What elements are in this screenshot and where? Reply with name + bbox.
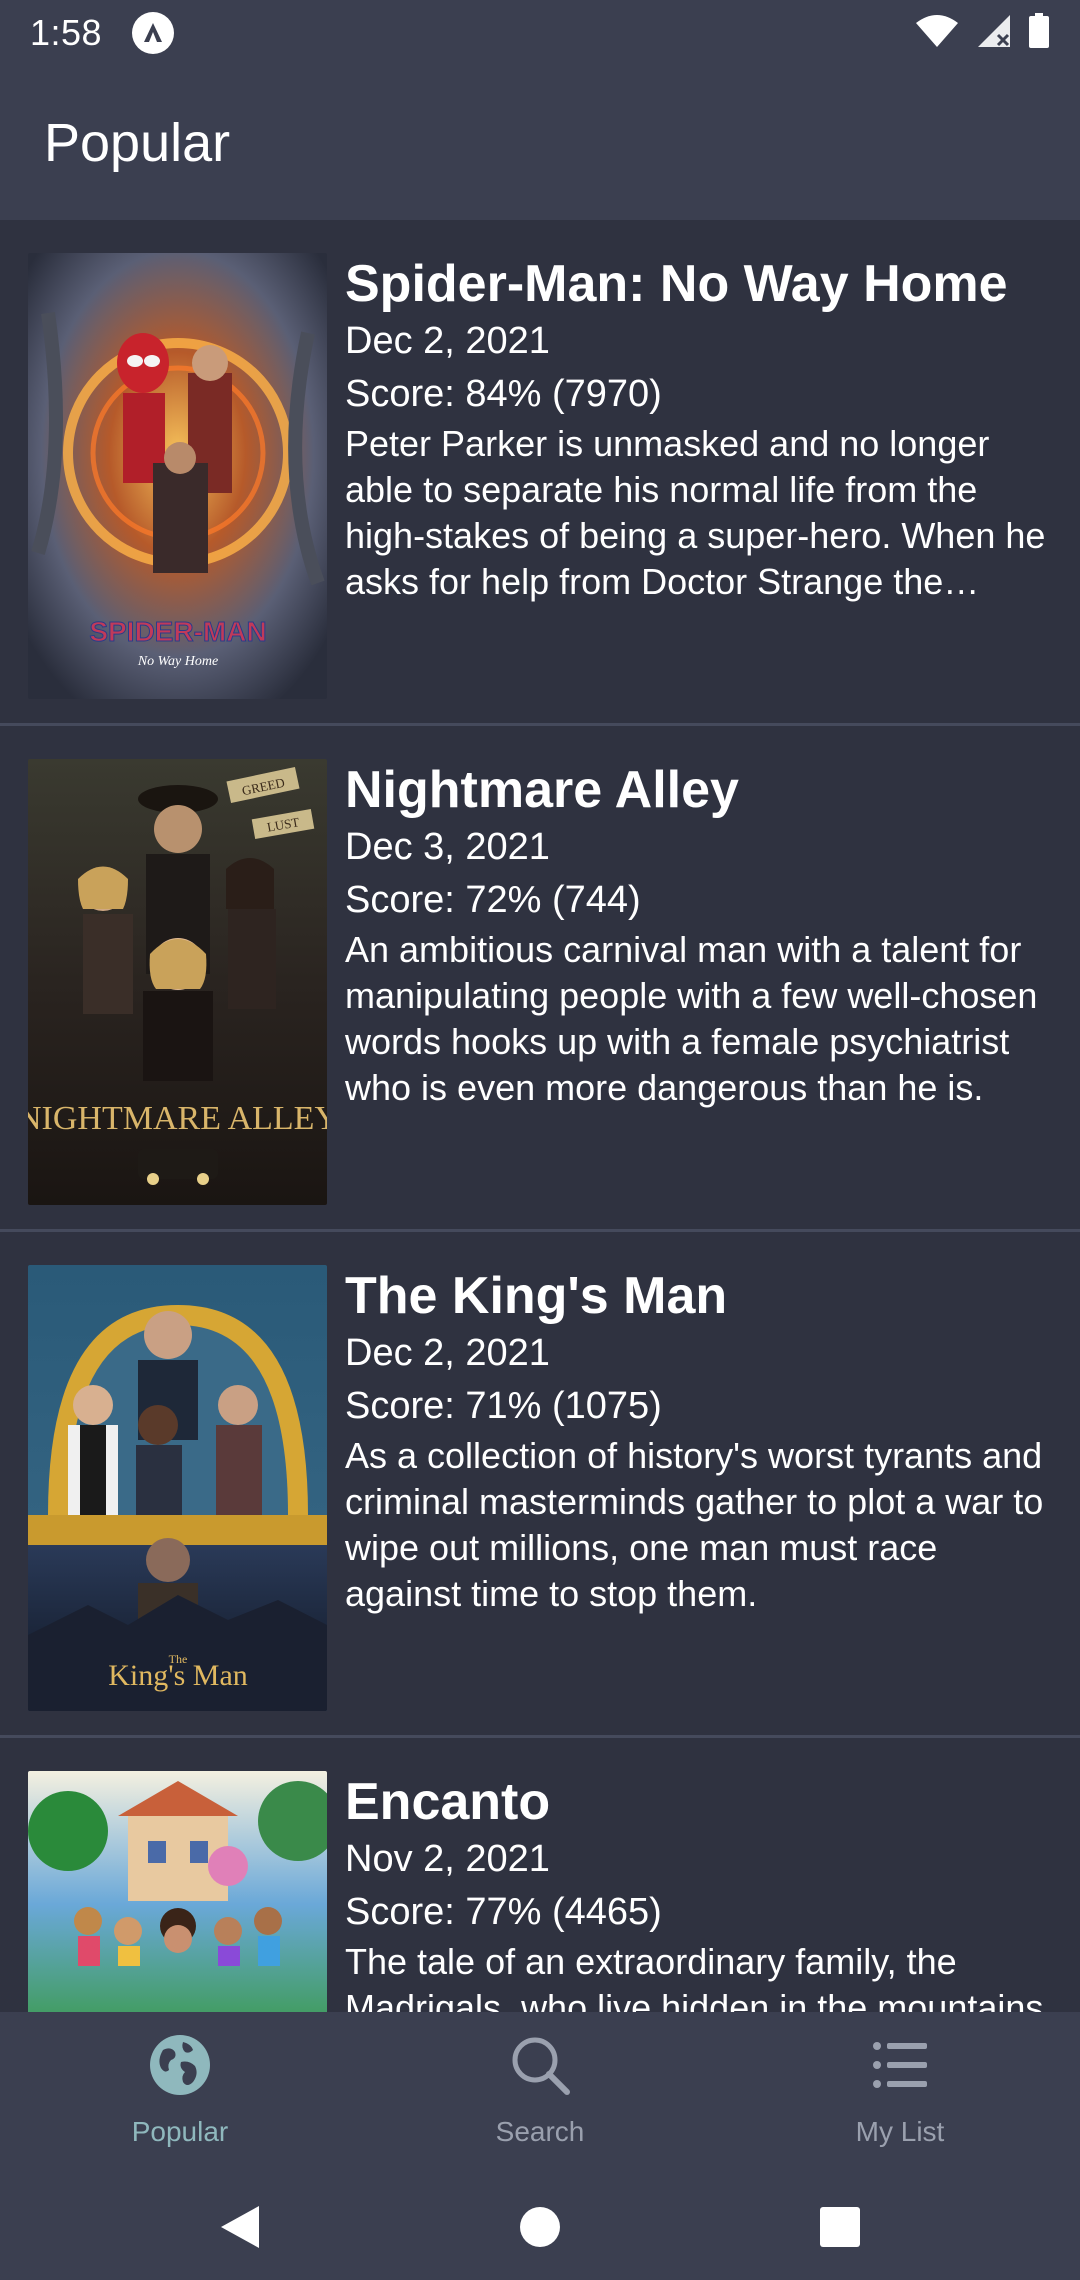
movie-release-date: Nov 2, 2021 xyxy=(345,1838,550,1880)
battery-icon xyxy=(1028,12,1050,54)
movie-poster: SPIDER-MAN No Way Home xyxy=(28,253,327,699)
nav-item-my-list[interactable]: My List xyxy=(720,2012,1080,2174)
screen: 1:58 Popular SPIDER-MAN No Way Home Spid… xyxy=(0,0,1080,2280)
movie-list-item[interactable]: The King's Man The King's Man Dec 2, 202… xyxy=(0,1232,1080,1738)
movie-title: The King's Man xyxy=(345,1267,728,1325)
movie-list-item[interactable]: SPIDER-MAN No Way Home Spider-Man: No Wa… xyxy=(0,220,1080,726)
signal-icon xyxy=(976,13,1012,54)
movie-title: Nightmare Alley xyxy=(345,761,739,819)
movie-list-item[interactable]: GREED LUST NIGHTMARE ALLEY Nightmare All… xyxy=(0,726,1080,1232)
nav-label: Search xyxy=(495,2116,585,2147)
nav-item-popular[interactable]: Popular xyxy=(0,2012,360,2174)
poster-subtitle-text: No Way Home xyxy=(137,654,218,669)
movie-poster: GREED LUST NIGHTMARE ALLEY xyxy=(28,759,327,1205)
back-triangle-icon xyxy=(221,2206,259,2248)
movie-score: Score: 71% (1075) xyxy=(345,1385,662,1427)
movie-info: Encanto Nov 2, 2021 Score: 77% (4465) Th… xyxy=(345,1771,1056,2012)
movie-info: Spider-Man: No Way Home Dec 2, 2021 Scor… xyxy=(345,253,1056,723)
movie-list[interactable]: SPIDER-MAN No Way Home Spider-Man: No Wa… xyxy=(0,220,1080,2012)
nav-label: Popular xyxy=(131,2116,229,2147)
status-time: 1:58 xyxy=(30,12,103,53)
system-navigation-bar xyxy=(0,2174,1080,2280)
recents-square-icon xyxy=(820,2207,860,2247)
search-icon xyxy=(512,2037,570,2095)
poster-title-text: SPIDER-MAN xyxy=(89,616,266,647)
movie-release-date: Dec 2, 2021 xyxy=(345,320,550,362)
movie-title: Encanto xyxy=(345,1773,551,1831)
movie-overview: As a collection of history's worst tyran… xyxy=(345,1435,1044,1614)
bottom-navigation: Popular Search My List xyxy=(0,2012,1080,2174)
globe-icon xyxy=(150,2035,210,2095)
poster-title-text: NIGHTMARE ALLEY xyxy=(28,1100,327,1137)
movie-score: Score: 84% (7970) xyxy=(345,373,662,415)
movie-overview: Peter Parker is unmasked and no longer a… xyxy=(345,423,1046,602)
movie-score: Score: 77% (4465) xyxy=(345,1891,662,1933)
movie-release-date: Dec 3, 2021 xyxy=(345,826,550,868)
movie-title: Spider-Man: No Way Home xyxy=(345,255,1008,313)
movie-overview: An ambitious carnival man with a talent … xyxy=(345,929,1038,1108)
poster-title-text: King's Man xyxy=(108,1659,248,1692)
wifi-icon xyxy=(914,13,960,54)
page-title: Popular xyxy=(44,113,231,173)
nav-label: My List xyxy=(855,2116,945,2147)
home-button[interactable] xyxy=(390,2206,690,2248)
status-bar: 1:58 xyxy=(0,0,1080,66)
list-icon xyxy=(873,2042,927,2088)
movie-info: Nightmare Alley Dec 3, 2021 Score: 72% (… xyxy=(345,759,1056,1229)
recents-button[interactable] xyxy=(690,2207,990,2247)
movie-poster: The King's Man xyxy=(28,1265,327,1711)
back-button[interactable] xyxy=(90,2204,390,2250)
movie-list-item[interactable]: Encanto Nov 2, 2021 Score: 77% (4465) Th… xyxy=(0,1738,1080,2012)
app-bar: Popular xyxy=(0,66,1080,220)
notification-app-icon xyxy=(132,12,175,54)
movie-release-date: Dec 2, 2021 xyxy=(345,1332,550,1374)
status-icons xyxy=(914,12,1050,54)
movie-score: Score: 72% (744) xyxy=(345,879,641,921)
movie-poster xyxy=(28,1771,327,2012)
home-circle-icon xyxy=(520,2207,560,2247)
movie-overview: The tale of an extraordinary family, the… xyxy=(345,1941,1044,2012)
nav-item-search[interactable]: Search xyxy=(360,2012,720,2174)
movie-info: The King's Man Dec 2, 2021 Score: 71% (1… xyxy=(345,1265,1056,1735)
